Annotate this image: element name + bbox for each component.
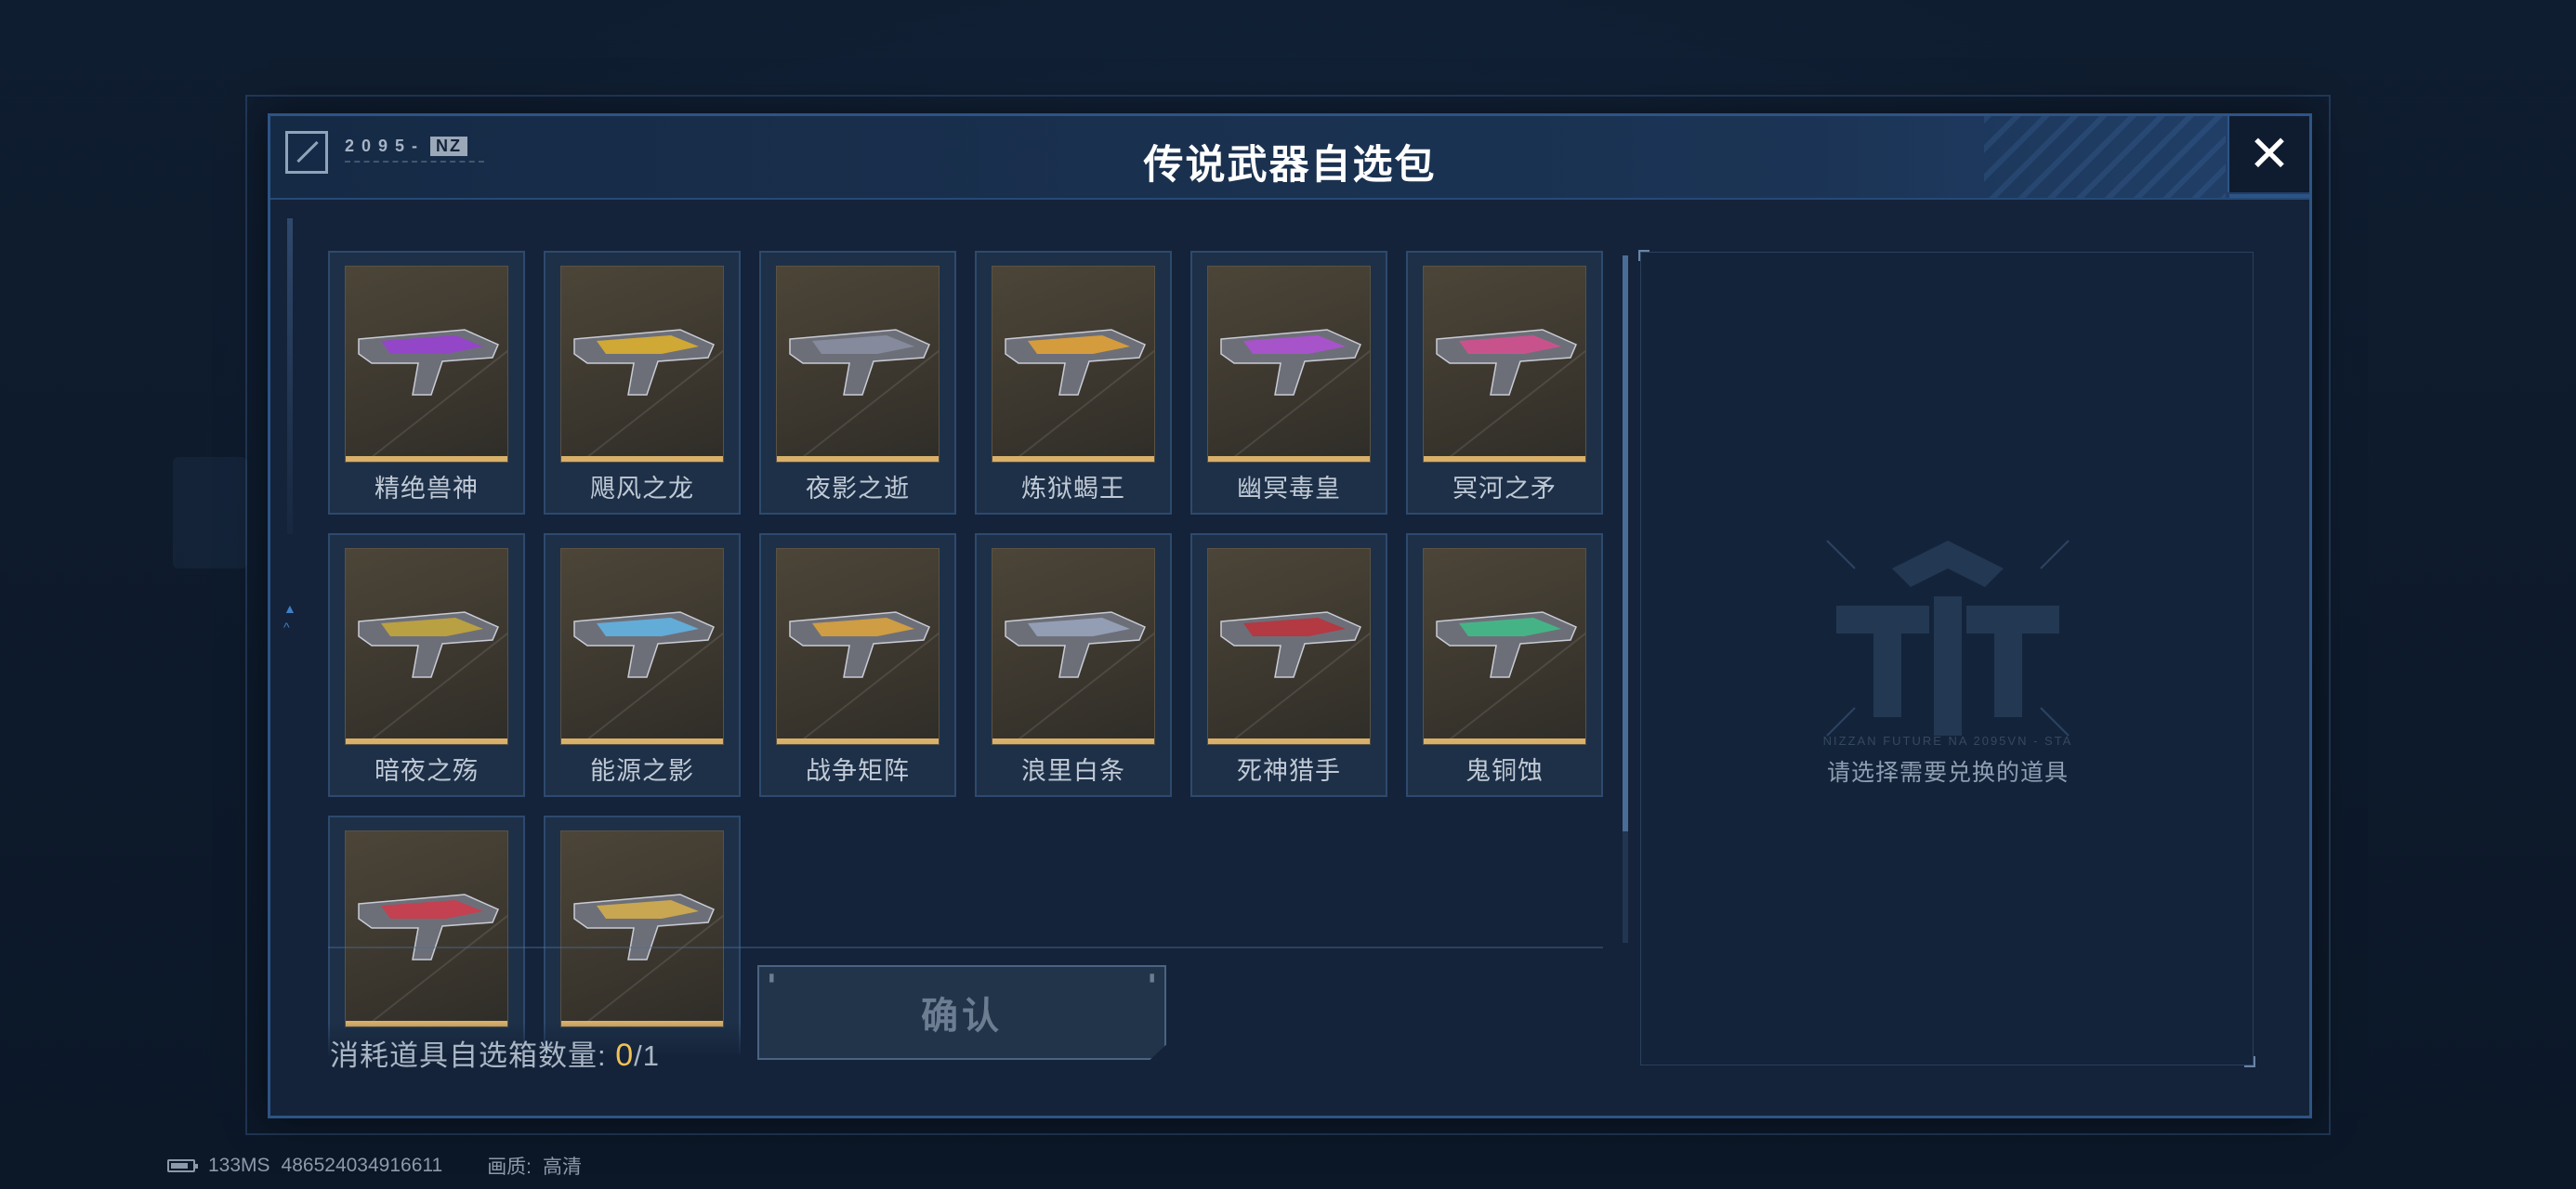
weapon-item-card[interactable]: 飓风之龙	[544, 251, 741, 515]
consume-count-label: 消耗道具自选箱数量: 0/1	[330, 1032, 660, 1074]
item-grid: 精绝兽神 飓风之龙 夜影之逝 炼狱蝎王 幽冥毒皇 冥河之矛暗夜之殇 能源之影 战争矩阵 浪里白条…	[328, 251, 1610, 1055]
consume-current: 0	[615, 1038, 635, 1073]
weapon-image	[992, 266, 1155, 463]
corner-bracket-icon	[1638, 250, 1649, 261]
dialog-title: 传说武器自选包	[1143, 143, 1437, 188]
emblem-icon	[1826, 540, 2070, 737]
weapon-item-card[interactable]: 冥河之矛	[1406, 251, 1603, 515]
corner-bracket-icon	[2244, 1056, 2255, 1067]
weapon-name: 死神猎手	[1237, 757, 1341, 785]
weapon-name: 幽冥毒皇	[1237, 475, 1341, 503]
item-detail-panel: NIZZAN FUTURE NA 2095VN - STA 请选择需要兑换的道具	[1638, 250, 2255, 1067]
weapon-image	[1423, 548, 1586, 745]
weapon-name: 夜影之逝	[806, 475, 910, 503]
weapon-icon	[1436, 611, 1577, 678]
weapon-icon	[358, 329, 499, 396]
weapon-icon	[573, 894, 715, 960]
weapon-icon	[573, 329, 715, 396]
weapon-icon	[1005, 329, 1146, 396]
weapon-image	[345, 266, 508, 463]
weapon-item-card[interactable]: 炼狱蝎王	[975, 251, 1172, 515]
weapon-image	[776, 266, 940, 463]
weapon-image	[776, 548, 940, 745]
weapon-image	[1423, 266, 1586, 463]
weapon-image	[345, 548, 508, 745]
weapon-image	[992, 548, 1155, 745]
weapon-name: 鬼铜蚀	[1465, 757, 1544, 785]
weapon-name: 炼狱蝎王	[1021, 475, 1125, 503]
weapon-item-card[interactable]: 夜影之逝	[759, 251, 956, 515]
weapon-name: 冥河之矛	[1452, 475, 1557, 503]
quality-value: 高清	[543, 1156, 583, 1178]
weapon-item-card[interactable]: 幽冥毒皇	[1190, 251, 1387, 515]
scrollbar-thumb[interactable]	[1623, 255, 1628, 831]
confirm-label: 确认	[921, 996, 1003, 1037]
side-decoration	[287, 218, 293, 534]
consume-total: /1	[634, 1039, 661, 1072]
corner-mark-icon: ▮	[769, 971, 775, 984]
battery-icon	[167, 1159, 198, 1172]
player-id: 486524034916611	[281, 1155, 443, 1176]
weapon-icon	[789, 329, 930, 396]
weapon-image	[560, 548, 724, 745]
empty-selection-hint: 请选择需要兑换的道具	[1826, 760, 2069, 786]
status-bar: 133MS 486524034916611 画质: 高清	[167, 1152, 593, 1180]
background-shape	[173, 457, 247, 568]
weapon-name: 浪里白条	[1021, 757, 1125, 785]
scroll-arrow-icon: ▲ ^	[283, 601, 296, 634]
weapon-icon	[358, 894, 499, 960]
weapon-item-card[interactable]	[328, 816, 525, 1055]
weapon-icon	[1005, 611, 1146, 678]
weapon-image	[560, 830, 724, 1027]
weapon-item-card[interactable]: 暗夜之殇	[328, 533, 525, 797]
weapon-item-card[interactable]: 鬼铜蚀	[1406, 533, 1603, 797]
weapon-item-card[interactable]: 能源之影	[544, 533, 741, 797]
weapon-item-card[interactable]: 精绝兽神	[328, 251, 525, 515]
weapon-item-card[interactable]: 死神猎手	[1190, 533, 1387, 797]
weapon-name: 精绝兽神	[375, 475, 479, 503]
weapon-icon	[573, 611, 715, 678]
weapon-name: 飓风之龙	[590, 475, 694, 503]
close-icon: ✕	[2248, 126, 2291, 182]
corner-mark-icon: ▮	[1149, 971, 1155, 984]
weapon-image	[345, 830, 508, 1027]
weapon-image	[560, 266, 724, 463]
weapon-image	[1207, 548, 1371, 745]
weapon-image	[1207, 266, 1371, 463]
weapon-icon	[1436, 329, 1577, 396]
weapon-item-card[interactable]	[544, 816, 741, 1055]
ping-value: 133MS	[208, 1155, 270, 1176]
consume-prefix: 消耗道具自选箱数量:	[330, 1039, 607, 1072]
weapon-icon	[1220, 611, 1361, 678]
weapon-name: 能源之影	[590, 757, 694, 785]
weapon-icon	[789, 611, 930, 678]
scrollbar[interactable]	[1623, 255, 1628, 943]
divider	[328, 947, 1603, 948]
quality-label: 画质:	[487, 1156, 532, 1178]
dialog-header: 2095- NZ 传说武器自选包 ✕	[270, 116, 2309, 200]
weapon-pack-dialog: 2095- NZ 传说武器自选包 ✕ ▲ ^ 精绝兽神 飓风之龙 夜影之逝 炼狱蝎王 幽冥毒…	[268, 113, 2312, 1118]
weapon-icon	[358, 611, 499, 678]
weapon-item-card[interactable]: 战争矩阵	[759, 533, 956, 797]
emblem-caption: NIZZAN FUTURE NA 2095VN - STA	[1822, 734, 2073, 748]
weapon-name: 暗夜之殇	[375, 757, 479, 785]
weapon-item-card[interactable]: 浪里白条	[975, 533, 1172, 797]
weapon-name: 战争矩阵	[806, 757, 910, 785]
confirm-button[interactable]: ▮ ▮ 确认	[757, 965, 1166, 1060]
close-button[interactable]: ✕	[2228, 116, 2309, 198]
weapon-icon	[1220, 329, 1361, 396]
